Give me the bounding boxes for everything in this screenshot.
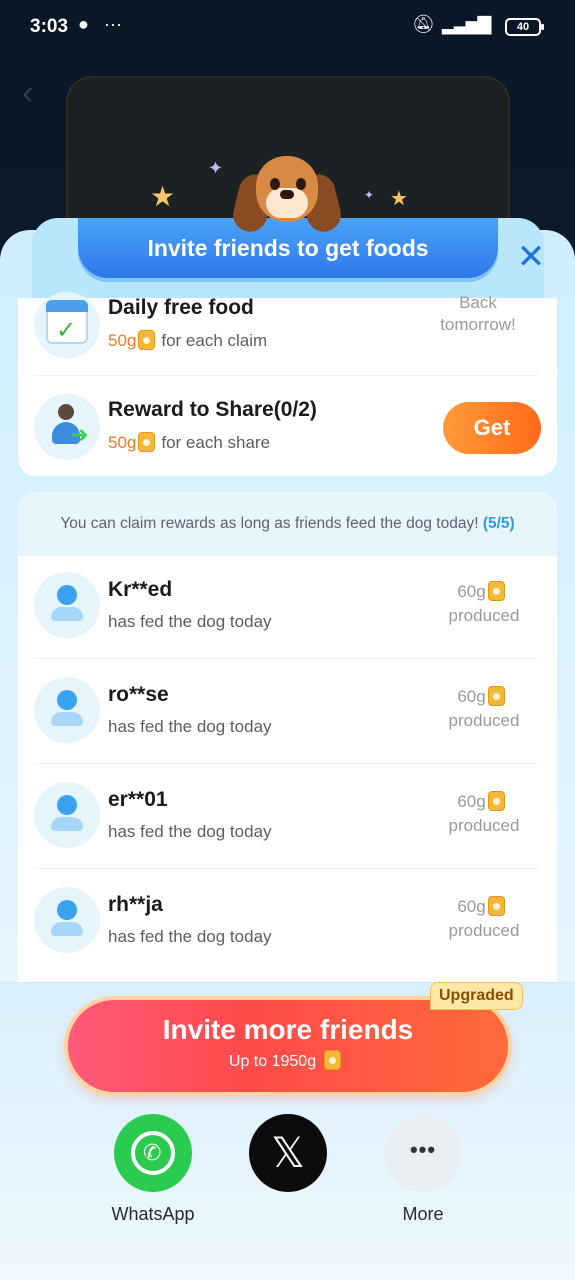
friend-name: er**01 [108, 788, 168, 811]
food-bag-icon [138, 432, 156, 452]
share-person-icon: ➜ [50, 404, 88, 447]
friend-row: Kr**ed has fed the dog today 60g produce… [18, 556, 557, 660]
task-icon-wrap: ➜ [34, 394, 100, 460]
upgraded-badge: Upgraded [430, 982, 523, 1010]
user-icon [51, 795, 83, 835]
status-time: 3:03 [30, 16, 69, 37]
phone-icon: ✆ [143, 1140, 162, 1165]
user-icon [51, 585, 83, 625]
more-share-button[interactable]: ••• [384, 1114, 462, 1192]
friend-row: rh**ja has fed the dog today 60g produce… [18, 871, 557, 975]
x-icon: 𝕏 [271, 1128, 305, 1177]
mute-icon: 🔕︎ [412, 14, 435, 34]
avatar [34, 677, 100, 743]
friend-name: rh**ja [108, 893, 163, 916]
chat-notification-icon: ● [78, 14, 89, 34]
get-button[interactable]: Get [443, 402, 541, 454]
divider [34, 763, 539, 764]
share-label-more: More [402, 1204, 444, 1224]
share-label-whatsapp: WhatsApp [111, 1204, 195, 1224]
friend-produced: 60g produced [448, 686, 520, 730]
whatsapp-share-button[interactable]: ✆ [114, 1114, 192, 1192]
user-icon [51, 690, 83, 730]
close-button[interactable]: ✕ [513, 240, 549, 276]
star-icon: ★ [150, 181, 176, 212]
task-title: Daily free food [108, 296, 254, 319]
food-bag-icon [324, 1050, 342, 1070]
task-status: Back tomorrow! [440, 293, 516, 334]
friend-row: ro**se has fed the dog today 60g produce… [18, 661, 557, 765]
friend-row: er**01 has fed the dog today 60g produce… [18, 766, 557, 870]
friend-status: has fed the dog today [108, 717, 272, 736]
friend-status: has fed the dog today [108, 822, 272, 841]
friend-produced: 60g produced [448, 791, 520, 835]
sparkle-icon: ✦ [364, 188, 375, 202]
user-icon [51, 900, 83, 940]
task-icon-wrap: ✓ [34, 292, 100, 358]
sparkle-icon: ✦ [208, 158, 224, 178]
star-icon: ★ [390, 188, 408, 210]
food-bag-icon [487, 791, 505, 811]
friend-status: has fed the dog today [108, 612, 272, 631]
invite-button-subtitle: Up to 1950g [68, 1050, 508, 1071]
tasks-card: ✓ Daily free food 50g for each claim Back… [18, 292, 557, 476]
task-reward: 50g for each share [108, 432, 271, 452]
friend-produced: 60g produced [448, 581, 520, 625]
food-bag-icon [138, 330, 156, 350]
avatar [34, 887, 100, 953]
task-reward: 50g for each claim [108, 330, 268, 350]
sheet-title: Invite friends to get foods [147, 234, 429, 261]
wifi-icon: ◠ [476, 14, 492, 34]
avatar [34, 572, 100, 638]
task-row-daily: ✓ Daily free food 50g for each claim Back… [18, 288, 557, 392]
friend-status: has fed the dog today [108, 927, 272, 946]
x-share-button[interactable]: 𝕏 [249, 1114, 327, 1192]
avatar [34, 782, 100, 848]
calendar-check-icon: ✓ [46, 300, 88, 344]
friends-card: You can claim rewards as long as friends… [18, 492, 557, 992]
food-bag-icon [487, 686, 505, 706]
status-bar: 3:03 ● ··· 🔕︎ ▂▃▅▇ ◠ 40 [0, 0, 575, 56]
battery-icon: 40 [505, 18, 544, 36]
friend-name: Kr**ed [108, 578, 173, 601]
more-dots-icon: ••• [409, 1137, 437, 1162]
food-bag-icon [487, 896, 505, 916]
food-bag-icon [487, 581, 505, 601]
friends-notice: You can claim rewards as long as friends… [18, 492, 557, 556]
friend-produced: 60g produced [448, 896, 520, 940]
divider [34, 375, 539, 376]
back-arrow-icon: ‹ [22, 74, 34, 112]
divider [34, 658, 539, 659]
divider [34, 868, 539, 869]
invite-more-friends-button[interactable]: Invite more friends Up to 1950g [68, 1000, 508, 1092]
task-title: Reward to Share(0/2) [108, 398, 317, 421]
friend-name: ro**se [108, 683, 169, 706]
more-notifications-icon: ··· [104, 14, 122, 34]
dog-mascot [229, 146, 345, 236]
